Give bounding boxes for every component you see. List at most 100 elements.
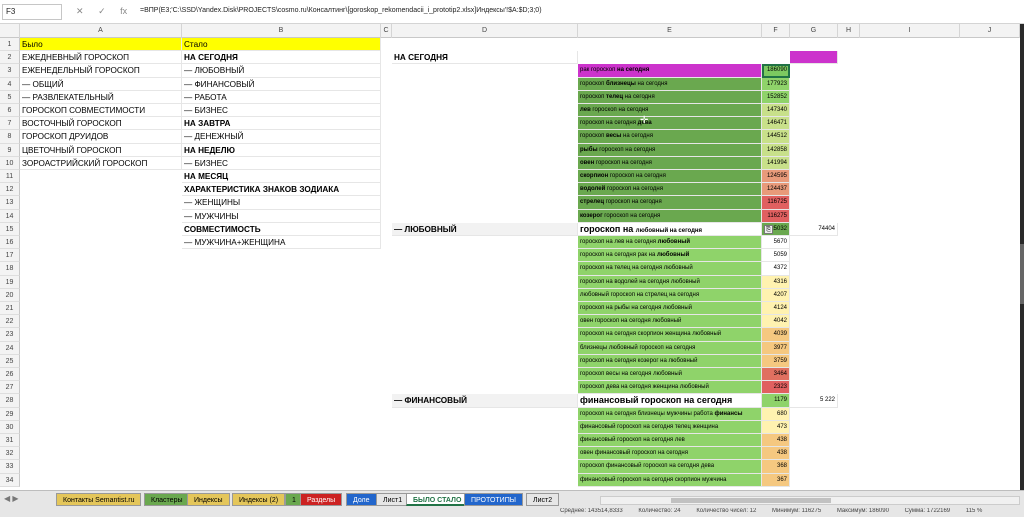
cell-f-value[interactable]: 3977	[762, 341, 790, 355]
cell-e[interactable]: гороскоп телец на сегодня	[578, 90, 762, 104]
row-header[interactable]: 29	[0, 407, 20, 421]
sheet-tab-3[interactable]: Индексы (2)	[232, 493, 286, 506]
column-header-d[interactable]: D	[392, 24, 578, 38]
row-header[interactable]: 8	[0, 130, 20, 144]
cell-e[interactable]: гороскоп на сегодня дева	[578, 117, 762, 131]
cell-e[interactable]: овен финансовый гороскоп на сегодня	[578, 447, 762, 461]
cell-f-value[interactable]: 116725	[762, 196, 790, 210]
row-header[interactable]: 11	[0, 170, 20, 184]
cell-f-value[interactable]: 116275	[762, 209, 790, 223]
cell-f-value[interactable]: 4207	[762, 288, 790, 302]
cell-e[interactable]: гороскоп на лев на сегодня любовный	[578, 236, 762, 250]
cell-f-value[interactable]: 147340	[762, 104, 790, 118]
name-box[interactable]: F3	[2, 4, 62, 20]
column-header-h[interactable]: H	[838, 24, 860, 38]
column-header-c[interactable]: C	[381, 24, 392, 38]
cell-f-value[interactable]: 2323	[762, 381, 790, 395]
cell-e[interactable]: гороскоп весы на сегодня любовный	[578, 368, 762, 382]
formula-input[interactable]: =ВПР(E3;'C:\SSD\Yandex.Disk\PROJECTS\cos…	[140, 7, 542, 14]
row-header[interactable]: 6	[0, 104, 20, 118]
cell-a[interactable]: ЦВЕТОЧНЫЙ ГОРОСКОП	[20, 143, 182, 157]
column-header-j[interactable]: J	[960, 24, 1020, 38]
row-header[interactable]: 1	[0, 38, 20, 52]
row-header[interactable]: 15	[0, 222, 20, 236]
cell-e[interactable]: финансовый гороскоп на сегодня	[578, 394, 762, 408]
cell-a[interactable]: ЕЖЕДНЕВНЫЙ ГОРОСКОП	[20, 51, 182, 65]
cell-d-heading[interactable]: НА СЕГОДНЯ	[392, 51, 578, 65]
cell-e[interactable]: овен гороскоп на сегодня любовный	[578, 315, 762, 329]
cell-g-value[interactable]: 74404	[790, 222, 838, 236]
row-header[interactable]: 5	[0, 90, 20, 104]
cell-g-highlight[interactable]	[790, 51, 838, 65]
cell-d-heading[interactable]: — ЛЮБОВНЫЙ	[392, 222, 578, 236]
spreadsheet-grid[interactable]: ABCDEFGHIJ 1 2 3 4 5 6 7 8 9 10 11 12 13 14 15 16 17 18 19…	[0, 24, 1020, 490]
cell-e[interactable]: рак гороскоп на сегодня	[578, 64, 762, 78]
cell-b[interactable]: НА СЕГОДНЯ	[182, 51, 381, 65]
cell-a[interactable]: ВОСТОЧНЫЙ ГОРОСКОП	[20, 117, 182, 131]
cell-a[interactable]: ГОРОСКОП СОВМЕСТИМОСТИ	[20, 104, 182, 118]
row-header[interactable]: 18	[0, 262, 20, 276]
cell-b[interactable]: — БИЗНЕС	[182, 156, 381, 170]
cell-f-value[interactable]: 141994	[762, 156, 790, 170]
row-header[interactable]: 3	[0, 64, 20, 78]
horizontal-scrollbar[interactable]	[600, 496, 1020, 505]
column-header-b[interactable]: B	[182, 24, 381, 38]
cell-e[interactable]: гороскоп финансовый гороскоп на сегодня …	[578, 460, 762, 474]
row-header[interactable]: 31	[0, 434, 20, 448]
cell-b[interactable]: — ФИНАНСОВЫЙ	[182, 77, 381, 91]
cell-e[interactable]: финансовый гороскоп на сегодня телец жен…	[578, 420, 762, 434]
cell-e[interactable]: гороскоп на телец на сегодня любовный	[578, 262, 762, 276]
cell-f-value[interactable]: 152852	[762, 90, 790, 104]
sheet-tab-10[interactable]: Лист2	[526, 493, 560, 506]
cell-b[interactable]: Стало	[182, 38, 381, 52]
cell-e[interactable]: гороскоп на сегодня козерог на любовный	[578, 354, 762, 368]
cell-e[interactable]: водолей гороскоп на сегодня	[578, 183, 762, 197]
sheet-tab-0[interactable]: Контакты Semantist.ru	[56, 493, 142, 506]
cell-b[interactable]: НА МЕСЯЦ	[182, 170, 381, 184]
row-header[interactable]: 32	[0, 447, 20, 461]
cell-f-value[interactable]: 4316	[762, 275, 790, 289]
sheet-tab-6[interactable]: Доле	[346, 493, 377, 506]
cell-a[interactable]: Было	[20, 38, 182, 52]
row-header[interactable]: 34	[0, 473, 20, 487]
row-header[interactable]: 16	[0, 236, 20, 250]
cell-f-value[interactable]: 186090	[762, 64, 790, 78]
column-header-a[interactable]: A	[20, 24, 182, 38]
sheet-tab-8[interactable]: БЫЛО СТАЛО	[406, 493, 469, 506]
cell-e[interactable]: гороскоп на любовный на сегодня	[578, 222, 762, 236]
cell-f-value[interactable]: 4042	[762, 315, 790, 329]
cell-e[interactable]: гороскоп на рыбы на сегодня любовный	[578, 302, 762, 316]
cell-e[interactable]: гороскоп на сегодня рак на любовный	[578, 249, 762, 263]
cell-f-value[interactable]: 5670	[762, 236, 790, 250]
vertical-scrollbar[interactable]	[1020, 24, 1024, 490]
row-header[interactable]: 25	[0, 354, 20, 368]
column-header-g[interactable]: G	[790, 24, 838, 38]
sheet-tab-7[interactable]: Лист1	[376, 493, 410, 506]
row-header[interactable]: 14	[0, 209, 20, 223]
cell-f-value[interactable]: 124437	[762, 183, 790, 197]
row-header[interactable]: 9	[0, 143, 20, 157]
cell-b[interactable]: — БИЗНЕС	[182, 104, 381, 118]
row-header[interactable]: 26	[0, 368, 20, 382]
cell-e[interactable]: гороскоп на сегодня скорпион женщина люб…	[578, 328, 762, 342]
cell-e[interactable]: гороскоп дева на сегодня женщина любовны…	[578, 381, 762, 395]
cell-f-value[interactable]: 4124	[762, 302, 790, 316]
cell-f-value[interactable]: 5059	[762, 249, 790, 263]
sheet-tab-5[interactable]: Разделы	[300, 493, 343, 506]
row-header[interactable]: 30	[0, 420, 20, 434]
tab-nav-arrows[interactable]: ◀ ▶	[4, 494, 19, 503]
select-all-corner[interactable]	[0, 24, 20, 38]
zoom-level[interactable]: 115 %	[966, 508, 983, 514]
cell-e[interactable]: лев гороскоп на сегодня	[578, 104, 762, 118]
row-header[interactable]: 13	[0, 196, 20, 210]
cell-b[interactable]: — МУЖЧИНА+ЖЕНЩИНА	[182, 236, 381, 250]
cell-b[interactable]: — ЖЕНЩИНЫ	[182, 196, 381, 210]
row-header[interactable]: 2	[0, 51, 20, 65]
row-header[interactable]: 27	[0, 381, 20, 395]
cell-b[interactable]: — МУЖЧИНЫ	[182, 209, 381, 223]
cell-b[interactable]: НА ЗАВТРА	[182, 117, 381, 131]
cell-e[interactable]: финансовый гороскоп на сегодня лев	[578, 434, 762, 448]
horizontal-scroll-thumb[interactable]	[671, 498, 831, 503]
cell-b[interactable]: НА НЕДЕЛЮ	[182, 143, 381, 157]
cell-e[interactable]: гороскоп близнецы на сегодня	[578, 77, 762, 91]
